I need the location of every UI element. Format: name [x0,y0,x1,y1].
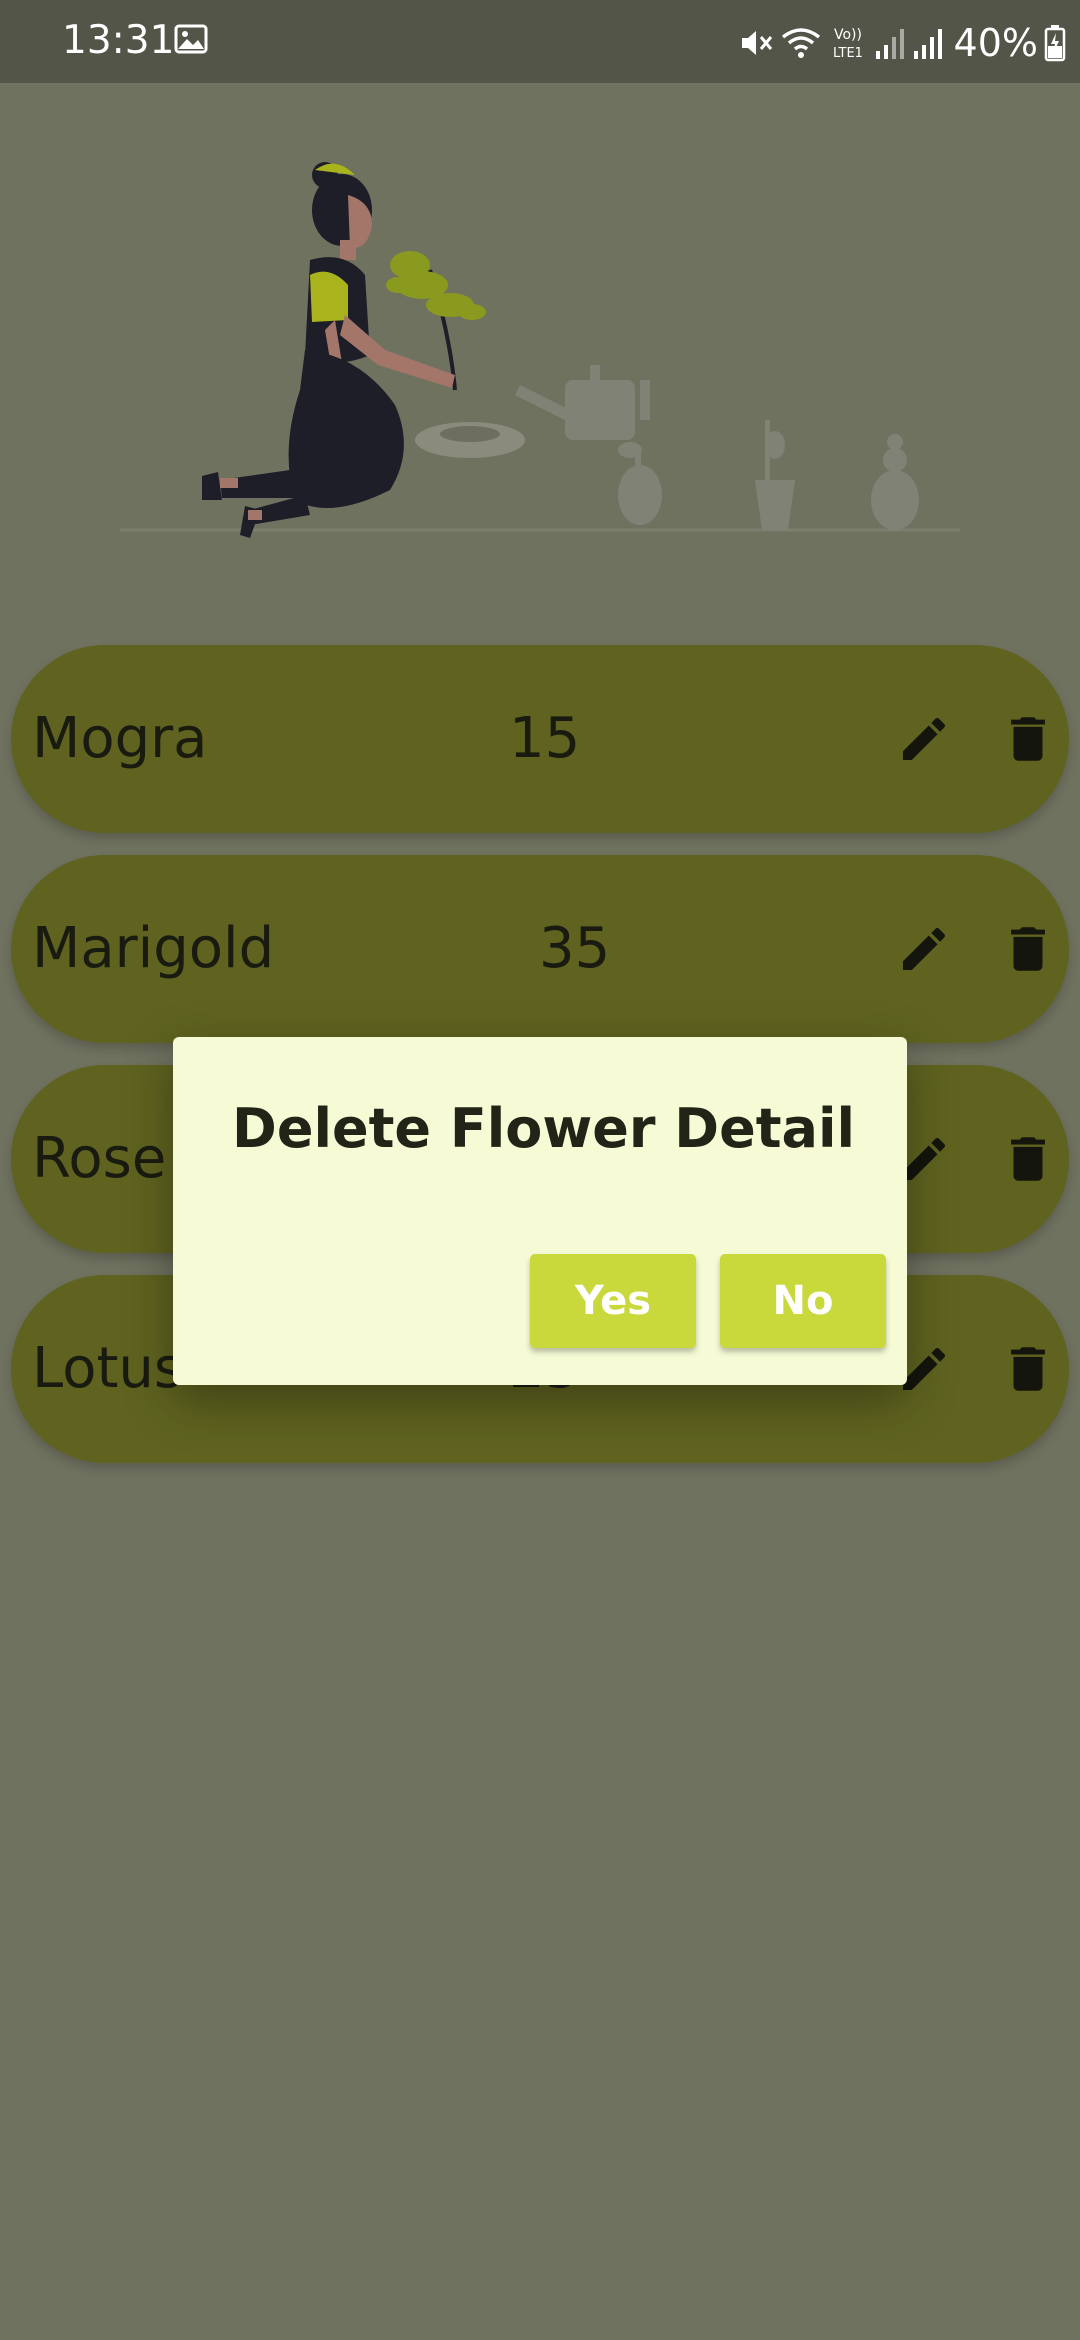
flower-row-marigold[interactable]: Marigold 35 [11,855,1069,1043]
battery-charging-icon [1044,25,1066,62]
mute-icon [741,31,772,55]
flower-row-mogra[interactable]: Mogra 15 [11,645,1069,833]
wifi-icon [781,28,820,58]
battery-percent: 40% [953,21,1038,65]
flower-quantity: 35 [539,916,611,981]
signal-icon [875,29,904,59]
status-icons: Vo)) LTE1 40% [738,18,1066,68]
delete-confirm-dialog: Delete Flower Detail Yes No [173,1037,907,1385]
pencil-icon[interactable] [896,711,952,767]
svg-text:LTE1: LTE1 [833,46,863,61]
flower-name: Lotus [32,1336,184,1401]
yes-button[interactable]: Yes [530,1254,696,1348]
signal-icon [913,29,942,59]
flower-name: Rose [32,1126,167,1191]
trash-icon[interactable] [999,1340,1057,1398]
flower-name: Mogra [32,706,208,771]
dialog-title: Delete Flower Detail [232,1097,855,1160]
pencil-icon[interactable] [896,921,952,977]
status-time: 13:31 [62,18,175,63]
status-bar: 13:31 Vo)) LTE1 40% [0,0,1080,83]
volte-icon: Vo)) LTE1 [833,27,863,61]
flower-name: Marigold [32,916,275,981]
trash-icon[interactable] [999,1130,1057,1188]
trash-icon[interactable] [999,710,1057,768]
no-button[interactable]: No [720,1254,886,1348]
trash-icon[interactable] [999,920,1057,978]
flower-quantity: 15 [509,706,581,771]
svg-text:Vo)): Vo)) [834,27,862,43]
gardening-woman-illustration [120,162,960,538]
gallery-icon [174,24,208,54]
